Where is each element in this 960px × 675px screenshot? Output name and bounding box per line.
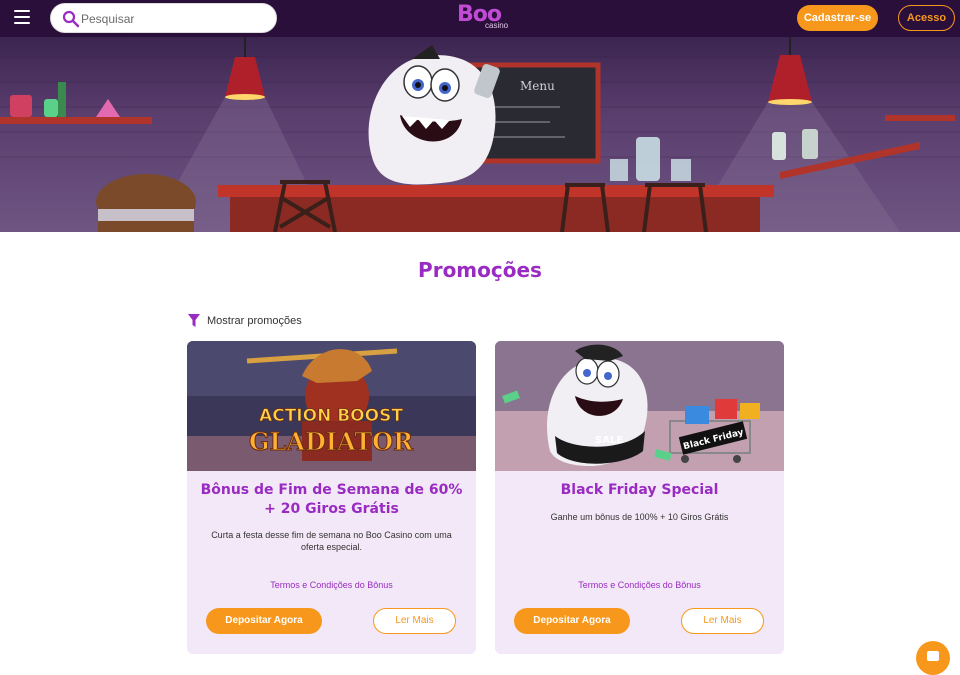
chat-icon [927,651,939,661]
promo-image-title: ACTION BOOST [259,406,403,426]
logo-subtext: casino [485,21,509,30]
promo-image-subtitle: GLADIATOR [249,427,414,456]
menu-icon[interactable] [14,10,30,24]
menu-board-label: Menu [520,79,555,93]
promotion-title: Black Friday Special [560,482,719,498]
read-more-button[interactable]: Ler Mais [681,608,764,634]
hero-banner: Menu [0,37,960,232]
promotion-description: Curta a festa desse fim de semana no Boo… [211,530,452,552]
promo-image-title: SALE [595,435,623,446]
filter-icon [188,314,200,327]
top-header: Boo casino Cadastrar-se Acesso [0,0,960,37]
promotion-image[interactable]: SALE Black Friday [495,341,784,471]
deposit-now-button[interactable]: Depositar Agora [206,608,322,634]
read-more-button[interactable]: Ler Mais [373,608,456,634]
promotion-image[interactable]: ACTION BOOST GLADIATOR [187,341,476,471]
promotion-title: Bônus de Fim de Semana de 60% + 20 Giros… [200,482,463,517]
promotion-description: Ganhe um bônus de 100% + 10 Giros Grátis [550,512,729,522]
deposit-now-button[interactable]: Depositar Agora [514,608,630,634]
chat-button[interactable] [916,641,950,675]
promotion-card: ACTION BOOST GLADIATOR Bônus de Fim de S… [187,341,476,654]
search-box[interactable] [50,3,277,33]
signup-button[interactable]: Cadastrar-se [797,5,878,31]
brand-logo[interactable]: Boo casino [455,2,513,34]
hero-illustration: Menu [0,37,960,232]
login-button[interactable]: Acesso [898,5,955,31]
page-title: Promoções [418,258,542,282]
search-icon [62,10,80,28]
filter-label: Mostrar promoções [207,315,302,327]
bonus-terms-link[interactable]: Termos e Condições do Bônus [495,580,784,590]
bonus-terms-link[interactable]: Termos e Condições do Bônus [187,580,476,590]
show-promotions-filter[interactable]: Mostrar promoções [188,313,302,329]
promotion-card: SALE Black Friday Black Friday Special G… [495,341,784,654]
search-input[interactable] [81,9,266,29]
